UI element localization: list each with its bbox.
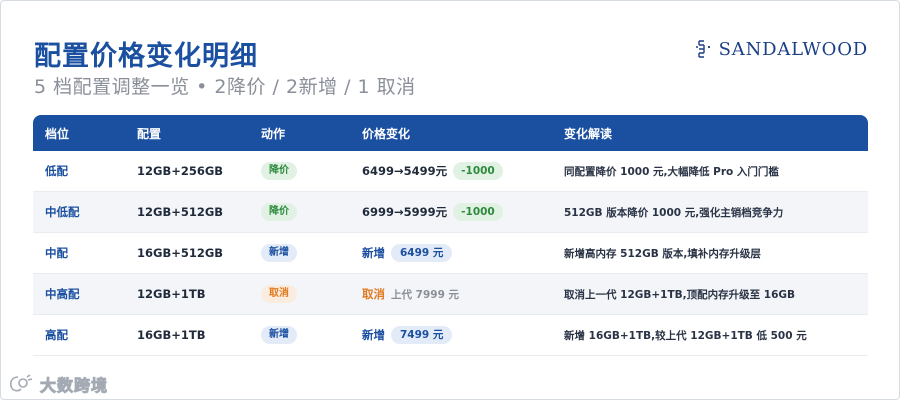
col-header-note: 变化解读 bbox=[564, 126, 613, 141]
cell-spec: 16GB+1TB bbox=[137, 328, 206, 342]
price-label: 新增 bbox=[362, 328, 385, 342]
price-change: 6499→5499元 bbox=[362, 164, 448, 178]
table-header: 档位 配置 动作 价格变化 变化解读 bbox=[33, 115, 868, 151]
sandalwood-logo-icon bbox=[695, 40, 710, 58]
cell-tier: 中低配 bbox=[45, 205, 80, 219]
previous-price: 上代 7999 元 bbox=[391, 288, 460, 301]
price-delta-badge: -1000 bbox=[453, 203, 503, 221]
table-row: 高配 16GB+1TB 新增 新增 7499 元 新增 16GB+1TB,较上代… bbox=[33, 315, 868, 356]
brand-logo: SANDALWOOD bbox=[693, 38, 868, 60]
table-row: 中低配 12GB+512GB 降价 6999→5999元 -1000 512GB… bbox=[33, 192, 868, 233]
cell-tier: 中配 bbox=[45, 246, 68, 260]
action-badge: 降价 bbox=[261, 162, 297, 180]
action-badge: 取消 bbox=[261, 285, 297, 303]
cell-tier: 中高配 bbox=[45, 287, 80, 301]
new-price-badge: 7499 元 bbox=[391, 326, 453, 344]
cell-spec: 16GB+512GB bbox=[137, 246, 224, 260]
table-row: 中配 16GB+512GB 新增 新增 6499 元 新增高内存 512GB 版… bbox=[33, 233, 868, 274]
watermark: 大数跨境 bbox=[8, 372, 108, 396]
price-change: 6999→5999元 bbox=[362, 205, 448, 219]
col-header-price: 价格变化 bbox=[362, 126, 411, 141]
cell-spec: 12GB+512GB bbox=[137, 205, 224, 219]
action-badge: 新增 bbox=[261, 244, 297, 262]
price-label: 取消 bbox=[362, 287, 385, 301]
col-header-spec: 配置 bbox=[137, 126, 162, 141]
new-price-badge: 6499 元 bbox=[391, 244, 453, 262]
cell-spec: 12GB+256GB bbox=[137, 164, 224, 178]
price-delta-badge: -1000 bbox=[453, 162, 503, 180]
page-title: 配置价格变化明细 bbox=[34, 41, 258, 72]
price-table: 档位 配置 动作 价格变化 变化解读 低配 12GB+256GB 降价 6499… bbox=[33, 115, 868, 356]
page-subtitle: 5 档配置调整一览 • 2降价 / 2新增 / 1 取消 bbox=[34, 76, 416, 98]
cell-note: 新增 16GB+1TB,较上代 12GB+1TB 低 500 元 bbox=[564, 329, 807, 342]
col-header-action: 动作 bbox=[261, 126, 286, 141]
cell-note: 512GB 版本降价 1000 元,强化主销档竞争力 bbox=[564, 206, 784, 219]
table-row: 低配 12GB+256GB 降价 6499→5499元 -1000 同配置降价 … bbox=[33, 151, 868, 192]
price-label: 新增 bbox=[362, 246, 385, 260]
brand-name: SANDALWOOD bbox=[718, 38, 868, 60]
cell-tier: 高配 bbox=[45, 328, 68, 342]
cell-note: 新增高内存 512GB 版本,填补内存升级层 bbox=[564, 247, 761, 260]
cell-note: 同配置降价 1000 元,大幅降低 Pro 入门门槛 bbox=[564, 165, 779, 178]
action-badge: 降价 bbox=[261, 203, 297, 221]
cell-tier: 低配 bbox=[45, 164, 68, 178]
table-row: 中高配 12GB+1TB 取消 取消 上代 7999 元 取消上一代 12GB+… bbox=[33, 274, 868, 315]
col-header-tier: 档位 bbox=[45, 126, 70, 141]
cell-note: 取消上一代 12GB+1TB,顶配内存升级至 16GB bbox=[564, 288, 796, 301]
watermark-text: 大数跨境 bbox=[40, 376, 109, 396]
watermark-logo-icon bbox=[9, 374, 33, 392]
cell-spec: 12GB+1TB bbox=[137, 287, 206, 301]
action-badge: 新增 bbox=[261, 326, 297, 344]
